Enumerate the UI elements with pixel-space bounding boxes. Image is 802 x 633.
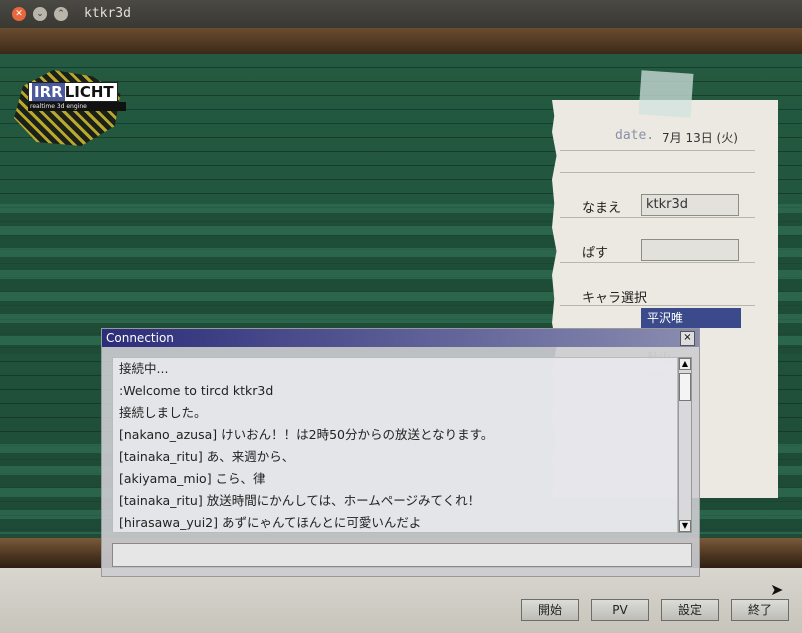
tape bbox=[638, 70, 694, 118]
logo-irr: IRR bbox=[32, 83, 65, 101]
window-title: ktkr3d bbox=[84, 6, 131, 21]
logo-tagline: realtime 3d engine bbox=[28, 102, 126, 111]
quit-button[interactable]: 終了 bbox=[731, 599, 789, 621]
dialog-close-button[interactable]: × bbox=[680, 331, 695, 346]
log-line: [akiyama_mio] こら、律 bbox=[119, 471, 266, 486]
start-button[interactable]: 開始 bbox=[521, 599, 579, 621]
scroll-up-icon[interactable]: ▲ bbox=[679, 358, 691, 370]
character-select-label: キャラ選択 bbox=[582, 291, 648, 306]
dialog-title: Connection bbox=[102, 329, 699, 347]
log-line: 接続中... bbox=[119, 361, 169, 376]
date-label: date. bbox=[615, 128, 655, 143]
connection-dialog: Connection × 接続中... :Welcome to tircd kt… bbox=[101, 328, 700, 577]
paper-line bbox=[560, 150, 755, 151]
log-line: [hirasawa_yui2] あずにゃんてほんとに可愛いんだよ bbox=[119, 515, 422, 530]
date-value: 7月 13日 (火) bbox=[662, 131, 738, 145]
scroll-down-icon[interactable]: ▼ bbox=[679, 520, 691, 532]
irrlicht-logo: IRR LICHT realtime 3d engine bbox=[14, 70, 126, 150]
name-label: なまえ bbox=[582, 201, 622, 216]
password-field[interactable] bbox=[641, 239, 739, 261]
maximize-window-button[interactable]: ⌃ bbox=[54, 7, 68, 21]
logo-mark: IRR LICHT bbox=[28, 82, 118, 102]
message-input[interactable] bbox=[112, 543, 692, 567]
log-line: [nakano_azusa] けいおん！！は2時50分からの放送となります。 bbox=[119, 427, 494, 442]
minimize-window-button[interactable]: ⌄ bbox=[33, 7, 47, 21]
logo-licht: LICHT bbox=[64, 83, 114, 101]
log-scrollbar[interactable]: ▲ ▼ bbox=[678, 357, 692, 533]
close-window-button[interactable]: ✕ bbox=[12, 7, 26, 21]
log-line: :Welcome to tircd ktkr3d bbox=[119, 383, 274, 398]
character-item[interactable]: 平沢唯 bbox=[641, 308, 741, 328]
settings-button[interactable]: 設定 bbox=[661, 599, 719, 621]
password-label: ぱす bbox=[582, 246, 609, 261]
log-line: [tainaka_ritu] 放送時間にかんしては、ホームページみてくれ！ bbox=[119, 493, 481, 508]
scroll-thumb[interactable] bbox=[679, 373, 691, 401]
chat-log: 接続中... :Welcome to tircd ktkr3d 接続しました。 … bbox=[112, 357, 678, 533]
paper-line bbox=[560, 262, 755, 263]
paper-line bbox=[560, 172, 755, 173]
board-frame-top bbox=[0, 28, 802, 54]
window-titlebar: ✕ ⌄ ⌃ ktkr3d bbox=[0, 0, 802, 28]
pv-button[interactable]: PV bbox=[591, 599, 649, 621]
mouse-cursor-icon: ➤ bbox=[770, 580, 784, 599]
paper-line bbox=[560, 217, 755, 218]
log-line: [tainaka_ritu] あ、来週から、 bbox=[119, 449, 295, 464]
log-line: 接続しました。 bbox=[119, 405, 207, 420]
name-field[interactable]: ktkr3d bbox=[641, 194, 739, 216]
